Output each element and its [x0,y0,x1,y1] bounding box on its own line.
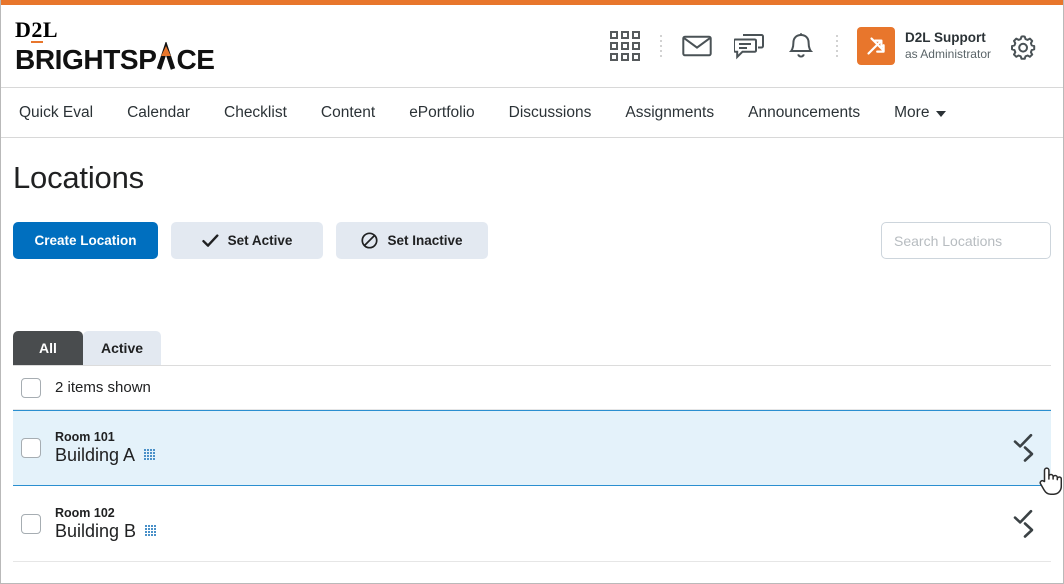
browser-viewport: D2L BRIGHTSP CE D2L Support as Administr… [0,0,1064,584]
tab-all-label: All [39,340,57,356]
nav-label: ePortfolio [409,103,475,121]
avatar [856,27,895,65]
waffle-grid-button[interactable] [599,20,651,72]
nav-label: Assignments [625,103,715,121]
nav-label: Checklist [224,103,287,121]
nav-item-quick-eval[interactable]: Quick Eval [11,88,110,138]
nav-item-calendar[interactable]: Calendar [110,88,207,138]
grid-badge-icon [144,449,156,460]
tab-active[interactable]: Active [83,331,162,365]
action-toolbar: Create Location Set Active Set Inactive [13,200,1063,259]
select-all-checkbox[interactable] [21,377,41,398]
logo-d2l: D2L [15,19,58,41]
tab-active-label: Active [101,340,144,356]
nav-item-discussions[interactable]: Discussions [492,88,609,138]
nav-label: More [894,103,930,121]
row-content: Room 102 Building B [55,505,157,542]
set-active-button[interactable]: Set Active [171,222,323,259]
logo-brightspace-part2: CE [176,44,215,76]
page-content: Locations Create Location Set Active Set… [1,138,1063,562]
tabs-group: All Active [13,331,162,365]
create-location-label: Create Location [34,233,137,248]
logo-d2l-prefix: D [15,17,32,43]
table-row[interactable]: Room 101 Building A [13,410,1051,486]
chevron-right-icon[interactable] [1022,521,1035,539]
logo-brightspace-part1: BRIGHTSP [15,44,157,76]
email-button[interactable] [671,20,723,72]
nav-item-assignments[interactable]: Assignments [608,88,731,138]
user-info: D2L Support as Administrator [905,30,991,62]
chevron-right-icon[interactable] [1022,445,1035,463]
row-checkbox[interactable] [21,438,41,458]
nav-label: Announcements [748,103,861,121]
search-input[interactable] [894,232,1063,249]
row-actions [1013,433,1037,463]
messages-button[interactable] [723,20,775,72]
table-row[interactable]: Room 102 Building B [13,486,1051,562]
search-box[interactable] [881,222,1063,259]
prohibited-icon [361,232,379,249]
swap-arrows-icon [867,37,885,55]
nav-label: Quick Eval [19,103,94,121]
chevron-down-icon [936,110,947,117]
user-role: as Administrator [904,46,991,61]
logo-d2l-two: 2 [31,17,43,43]
brightspace-logo[interactable]: D2L BRIGHTSP CE [15,17,215,76]
nav-item-more[interactable]: More [877,88,963,138]
row-content: Room 101 Building A [55,430,156,466]
row-name-line: Building A [55,445,156,466]
notifications-button[interactable] [775,20,827,72]
envelope-icon [682,35,712,57]
bell-icon [788,33,814,58]
nav-item-announcements[interactable]: Announcements [731,88,877,138]
row-name: Building B [55,520,137,541]
header-divider-dots-1 [651,29,671,63]
user-menu[interactable]: D2L Support as Administrator [847,27,997,65]
user-name: D2L Support [904,30,986,46]
nav-label: Discussions [508,103,592,121]
search-area [881,222,1063,259]
set-inactive-button[interactable]: Set Inactive [336,222,488,259]
list-header: 2 items shown [13,366,1051,410]
set-active-label: Set Active [227,233,293,248]
create-location-button[interactable]: Create Location [13,222,158,259]
nav-label: Calendar [127,103,190,121]
filter-tabs: All Active [13,331,1051,366]
row-actions [1013,509,1037,539]
row-code: Room 101 [55,430,115,444]
header-divider-dots-2 [827,29,847,63]
page-title: Locations [13,160,144,195]
nav-item-content[interactable]: Content [304,88,392,138]
row-name: Building A [55,445,136,465]
gear-icon [1011,35,1036,60]
logo-d2l-suffix: L [42,17,59,43]
row-code: Room 102 [55,505,115,520]
logo-brightspace: BRIGHTSP CE [15,42,215,76]
nav-item-eportfolio[interactable]: ePortfolio [392,88,491,138]
nav-item-checklist[interactable]: Checklist [207,88,304,138]
items-shown-label: 2 items shown [55,379,151,396]
chat-bubbles-icon [733,33,764,59]
tab-all[interactable]: All [13,331,83,365]
checkmark-icon [201,233,219,247]
app-header: D2L BRIGHTSP CE D2L Support as Administr… [1,5,1063,88]
grid-badge-icon [145,524,157,536]
set-inactive-label: Set Inactive [387,233,463,248]
main-navigation: Quick Eval Calendar Checklist Content eP… [1,88,1063,138]
nav-label: Content [320,103,376,121]
settings-button[interactable] [997,20,1049,72]
waffle-grid-icon [609,31,640,61]
row-name-line: Building B [55,520,157,542]
row-checkbox[interactable] [21,513,41,534]
header-actions: D2L Support as Administrator [599,20,1049,72]
